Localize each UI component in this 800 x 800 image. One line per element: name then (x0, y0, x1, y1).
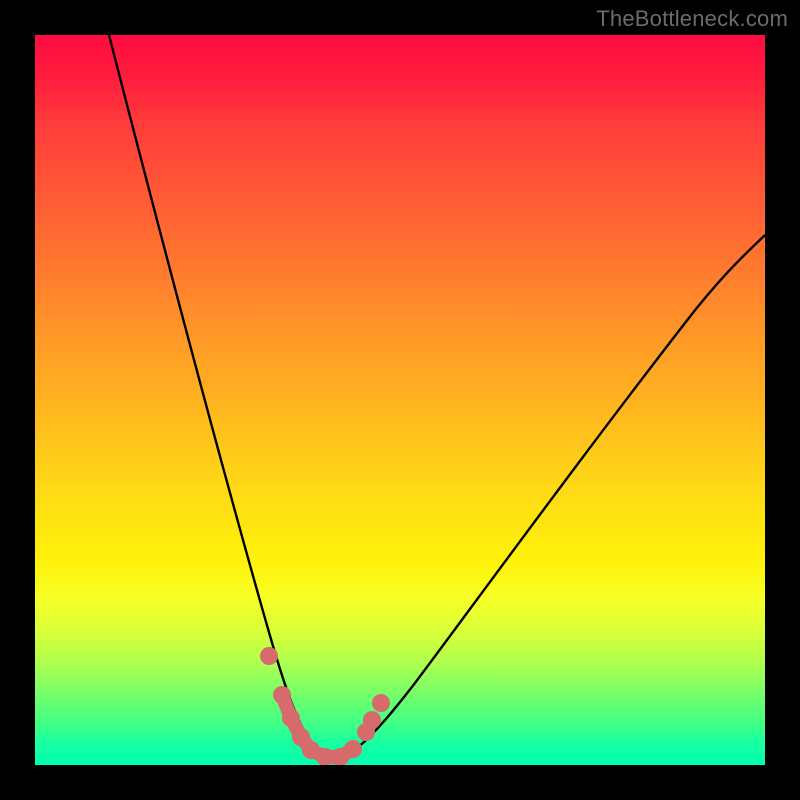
marker-dot (372, 694, 390, 712)
watermark-text: TheBottleneck.com (596, 6, 788, 32)
marker-dot (282, 709, 300, 727)
bottleneck-curve (109, 35, 765, 759)
marker-dot (273, 686, 291, 704)
bottleneck-curve-svg (35, 35, 765, 765)
marker-dot (260, 647, 278, 665)
marker-dot (363, 711, 381, 729)
chart-frame: TheBottleneck.com (0, 0, 800, 800)
marker-dot (344, 740, 362, 758)
plot-area (35, 35, 765, 765)
